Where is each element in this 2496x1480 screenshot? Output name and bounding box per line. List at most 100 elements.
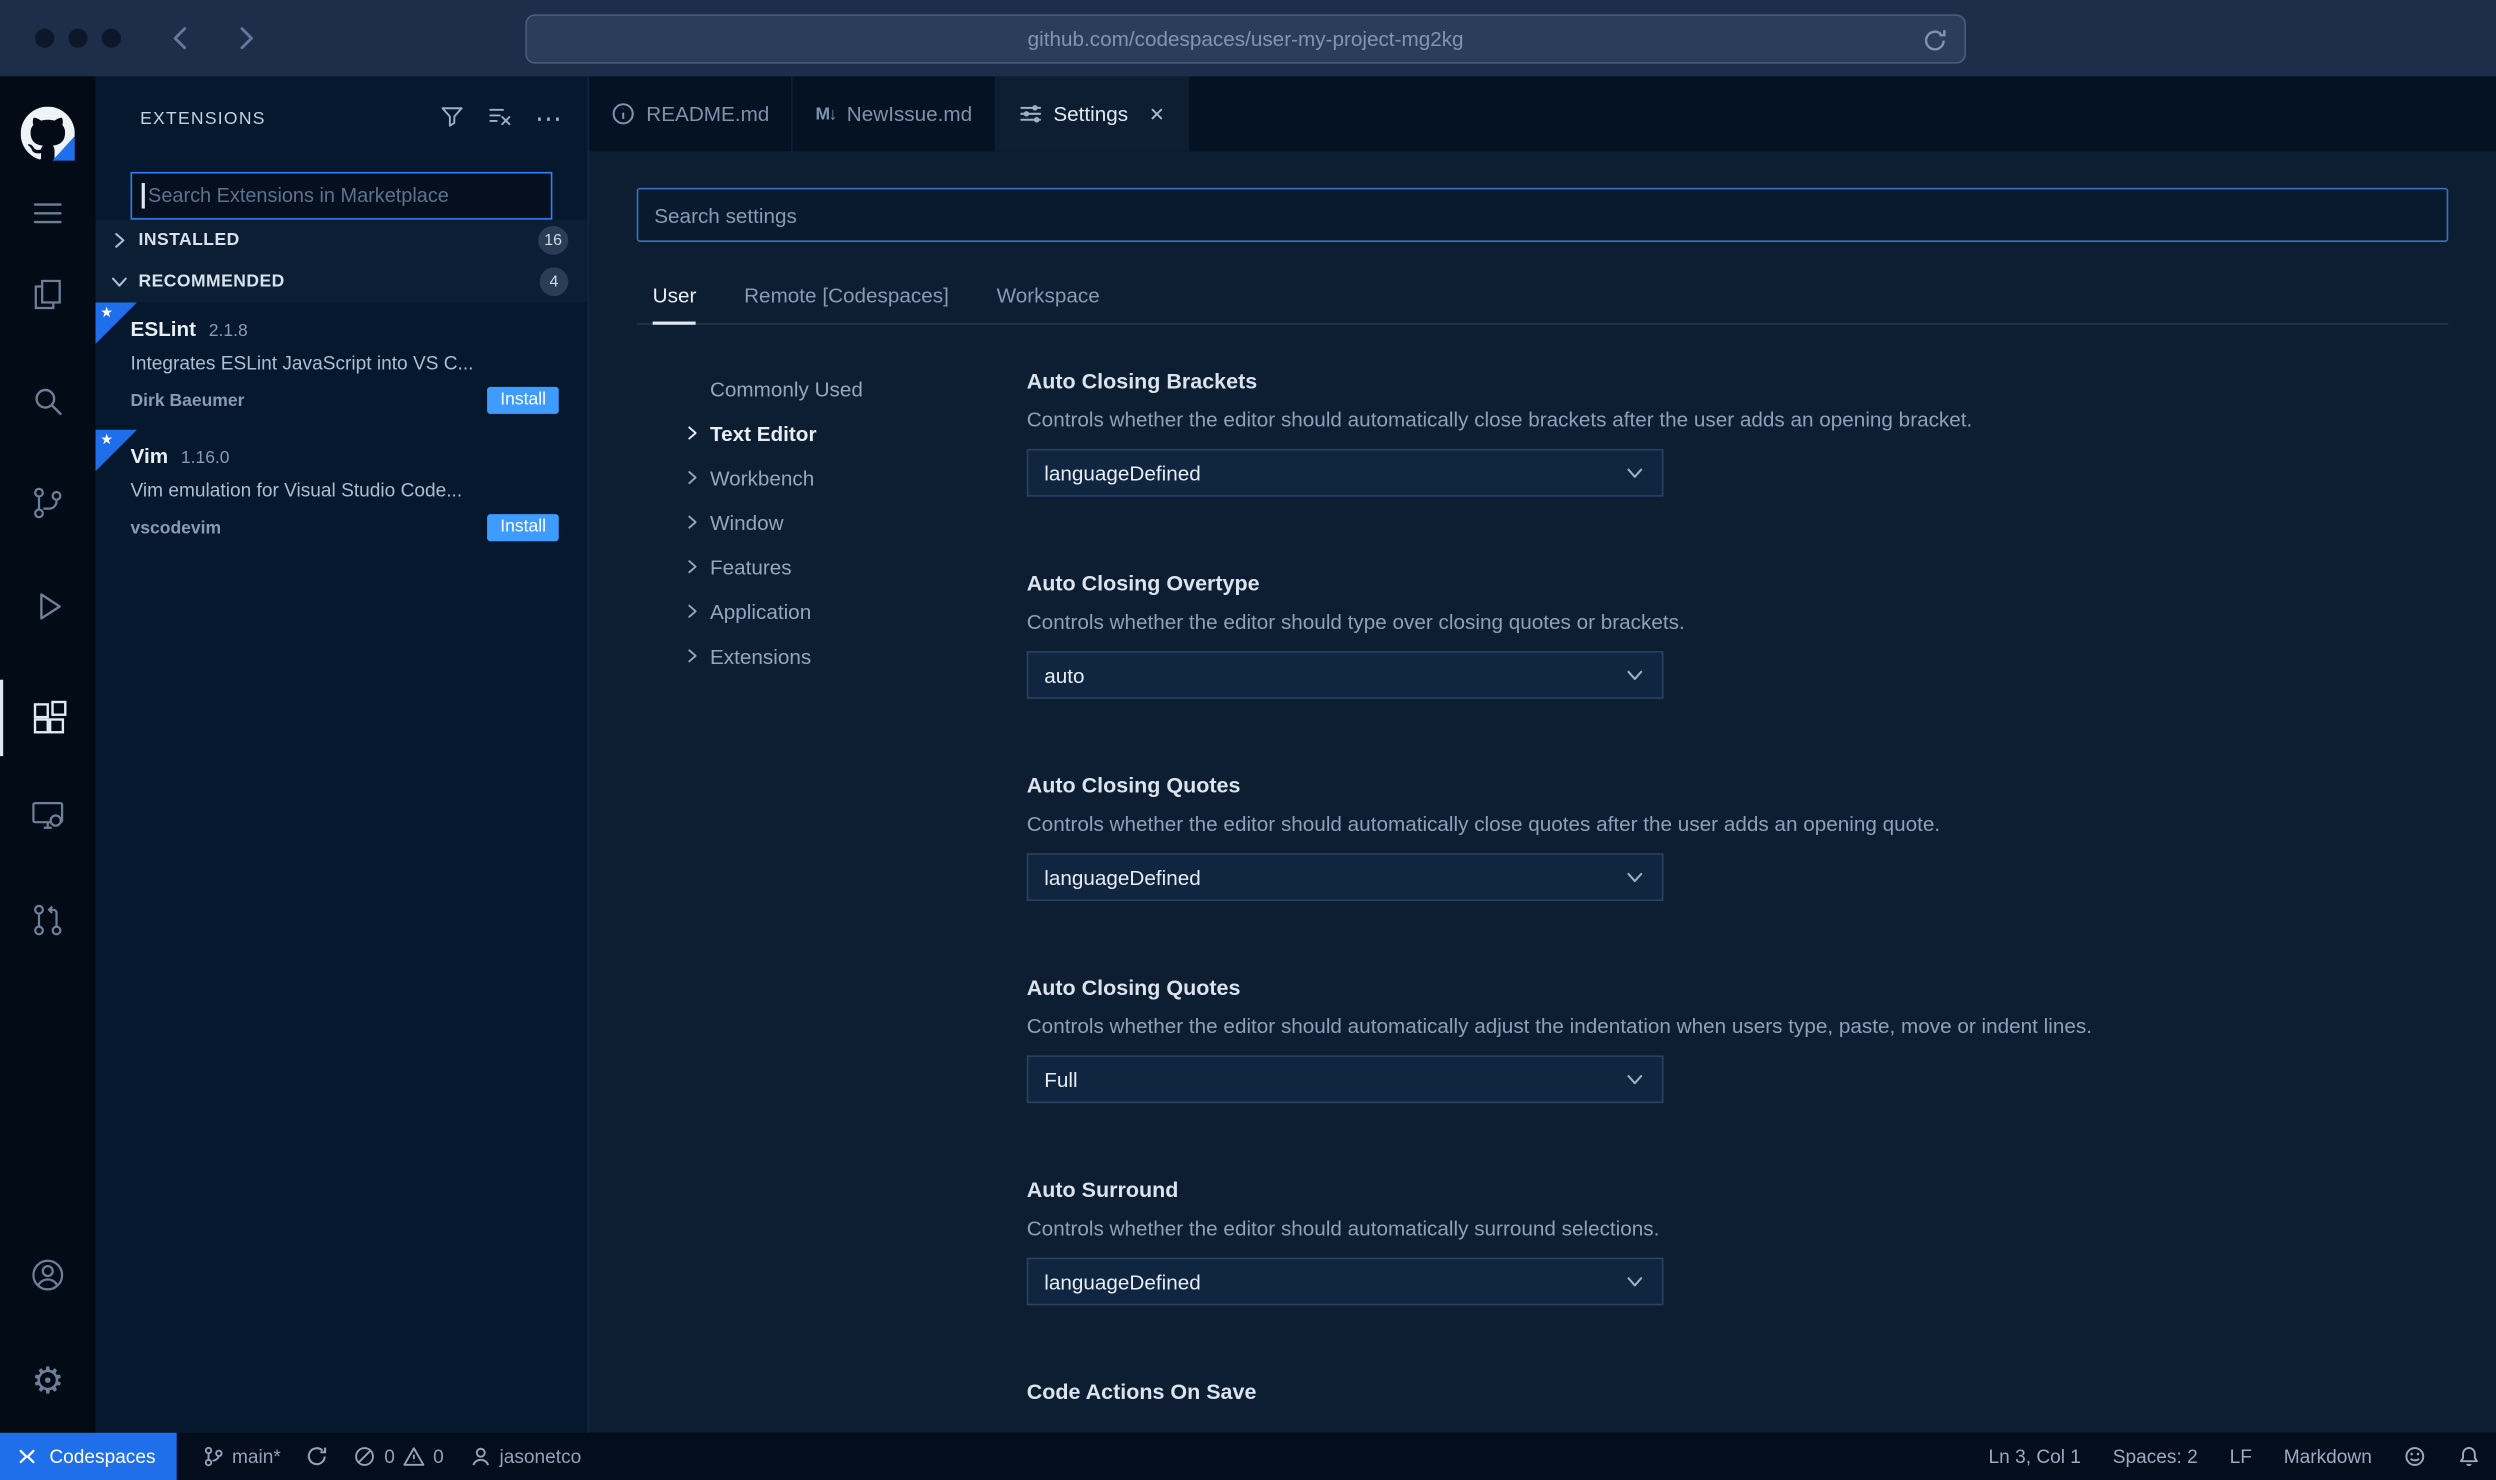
toc-item-workbench[interactable]: Workbench [684, 455, 1026, 500]
setting-select[interactable]: languageDefined [1026, 1257, 1664, 1306]
setting-title: Auto Closing Quotes [1026, 975, 1241, 1000]
scope-tab-user[interactable]: User [652, 283, 697, 325]
remote-explorer-icon [32, 801, 64, 829]
setting-row: Auto Closing Overtype Controls whether t… [1026, 571, 2449, 699]
scope-tab-remote[interactable]: Remote [Codespaces] [744, 283, 949, 323]
markdown-icon: M↓ [815, 104, 837, 124]
account-icon [32, 1259, 64, 1291]
language-mode-status[interactable]: Markdown [2268, 1445, 2388, 1467]
toc-label: Features [709, 554, 792, 579]
select-value: auto [1044, 663, 1085, 687]
toc-item-text-editor[interactable]: Text Editor [684, 411, 1026, 456]
extension-list-item[interactable]: ★ ESLint 2.1.8 Integrates ESLint JavaScr… [95, 302, 588, 429]
branch-status[interactable]: main* [189, 1445, 294, 1468]
chevron-right-icon [688, 604, 697, 618]
install-button[interactable]: Install [487, 514, 559, 542]
refresh-button[interactable] [1921, 27, 1948, 54]
chevron-right-icon [688, 560, 697, 574]
setting-select[interactable]: languageDefined [1026, 853, 1664, 901]
window-maximize-button[interactable] [101, 28, 121, 48]
more-actions-button[interactable]: ⋯ [535, 105, 562, 132]
tab-label: NewIssue.md [846, 101, 973, 126]
browser-back-button[interactable] [166, 24, 195, 53]
extension-version: 1.16.0 [180, 448, 230, 469]
section-installed[interactable]: INSTALLED 16 [95, 219, 588, 262]
sidebar-item-settings[interactable]: ⚙ [0, 1342, 96, 1418]
chevron-right-icon [688, 471, 697, 485]
eol-status[interactable]: LF [2214, 1445, 2268, 1467]
toc-item-window[interactable]: Window [684, 500, 1026, 545]
recommended-count-badge: 4 [539, 267, 569, 297]
toc-item-commonly-used[interactable]: Commonly Used [684, 366, 1026, 411]
chevron-left-icon [173, 27, 187, 50]
warning-icon [403, 1447, 425, 1466]
sidebar-item-remote-explorer[interactable] [0, 777, 96, 853]
tab-label: README.md [646, 101, 770, 126]
tab-settings[interactable]: Settings ✕ [996, 76, 1189, 152]
extension-list-item[interactable]: ★ Vim 1.16.0 Vim emulation for Visual St… [95, 429, 588, 557]
toc-item-extensions[interactable]: Extensions [684, 634, 1026, 679]
toc-item-application[interactable]: Application [684, 589, 1026, 634]
setting-select[interactable]: auto [1026, 651, 1664, 699]
toc-label: Extensions [709, 643, 812, 668]
section-recommended[interactable]: RECOMMENDED 4 [95, 261, 588, 303]
sidebar-item-run-debug[interactable] [0, 568, 96, 644]
notifications-button[interactable] [2442, 1445, 2496, 1467]
extensions-icon [33, 700, 67, 734]
setting-select[interactable]: languageDefined [1026, 448, 1664, 497]
explorer-files-icon [34, 279, 61, 310]
extensions-sidebar: EXTENSIONS ⋯ INSTALLED 16 [95, 76, 589, 1433]
section-label: RECOMMENDED [138, 272, 285, 292]
problems-status[interactable]: 0 0 [341, 1445, 456, 1468]
chevron-down-icon [1627, 1277, 1643, 1287]
text-cursor [141, 183, 145, 209]
filter-button[interactable] [439, 103, 464, 136]
extensions-search-input[interactable] [130, 171, 553, 220]
status-bar: Codespaces main* 0 0 jasonetco Ln 3, Col… [0, 1432, 2496, 1480]
hamburger-menu-icon [33, 203, 62, 224]
select-value: languageDefined [1044, 460, 1201, 485]
indentation-status[interactable]: Spaces: 2 [2097, 1445, 2214, 1467]
sidebar-item-account[interactable] [0, 1237, 96, 1313]
window-minimize-button[interactable] [68, 28, 88, 48]
browser-forward-button[interactable] [232, 24, 261, 53]
gear-icon: ⚙ [31, 1358, 65, 1401]
git-branch-icon [204, 1446, 223, 1467]
address-bar[interactable]: github.com/codespaces/user-my-project-mg… [525, 14, 1966, 64]
install-button[interactable]: Install [487, 386, 559, 414]
error-count: 0 [384, 1445, 395, 1468]
window-close-button[interactable] [35, 28, 55, 48]
tab-newissue[interactable]: M↓ NewIssue.md [793, 76, 997, 152]
sidebar-item-extensions[interactable] [0, 679, 96, 757]
chevron-right-icon [688, 515, 697, 529]
sidebar-item-source-control[interactable] [0, 465, 96, 541]
sidebar-item-pull-requests[interactable] [0, 882, 96, 958]
toc-item-features[interactable]: Features [684, 544, 1026, 589]
extension-version: 2.1.8 [208, 321, 248, 341]
refresh-icon [1924, 30, 1946, 51]
extension-name: ESLint [130, 316, 197, 341]
close-icon[interactable]: ✕ [1149, 103, 1165, 125]
chevron-down-icon [1627, 872, 1643, 883]
sidebar-item-menu[interactable] [0, 175, 96, 251]
browser-chrome: github.com/codespaces/user-my-project-mg… [0, 0, 2496, 77]
tab-readme[interactable]: README.md [589, 76, 794, 152]
settings-search-input[interactable] [636, 187, 2449, 242]
scope-tab-workspace[interactable]: Workspace [997, 283, 1100, 323]
codespaces-remote-indicator[interactable]: Codespaces [0, 1432, 177, 1480]
editor-tab-bar: README.md M↓ NewIssue.md Settings ✕ [588, 76, 2496, 152]
feedback-button[interactable] [2388, 1445, 2442, 1467]
clear-filter-button[interactable] [487, 103, 512, 136]
setting-description: Controls whether the editor should type … [1026, 609, 1685, 634]
chevron-down-icon [1627, 468, 1643, 478]
user-status[interactable]: jasonetco [457, 1445, 594, 1468]
cursor-position-status[interactable]: Ln 3, Col 1 [1973, 1445, 2097, 1467]
sidebar-item-search[interactable] [0, 363, 96, 439]
sync-button[interactable] [294, 1445, 342, 1467]
github-logo-icon [20, 106, 75, 161]
browser-window: github.com/codespaces/user-my-project-mg… [0, 0, 2496, 1480]
sidebar-item-explorer[interactable] [0, 256, 96, 332]
setting-select[interactable]: Full [1026, 1055, 1664, 1104]
github-codespaces-logo [20, 106, 75, 161]
chevron-right-icon [688, 426, 697, 440]
